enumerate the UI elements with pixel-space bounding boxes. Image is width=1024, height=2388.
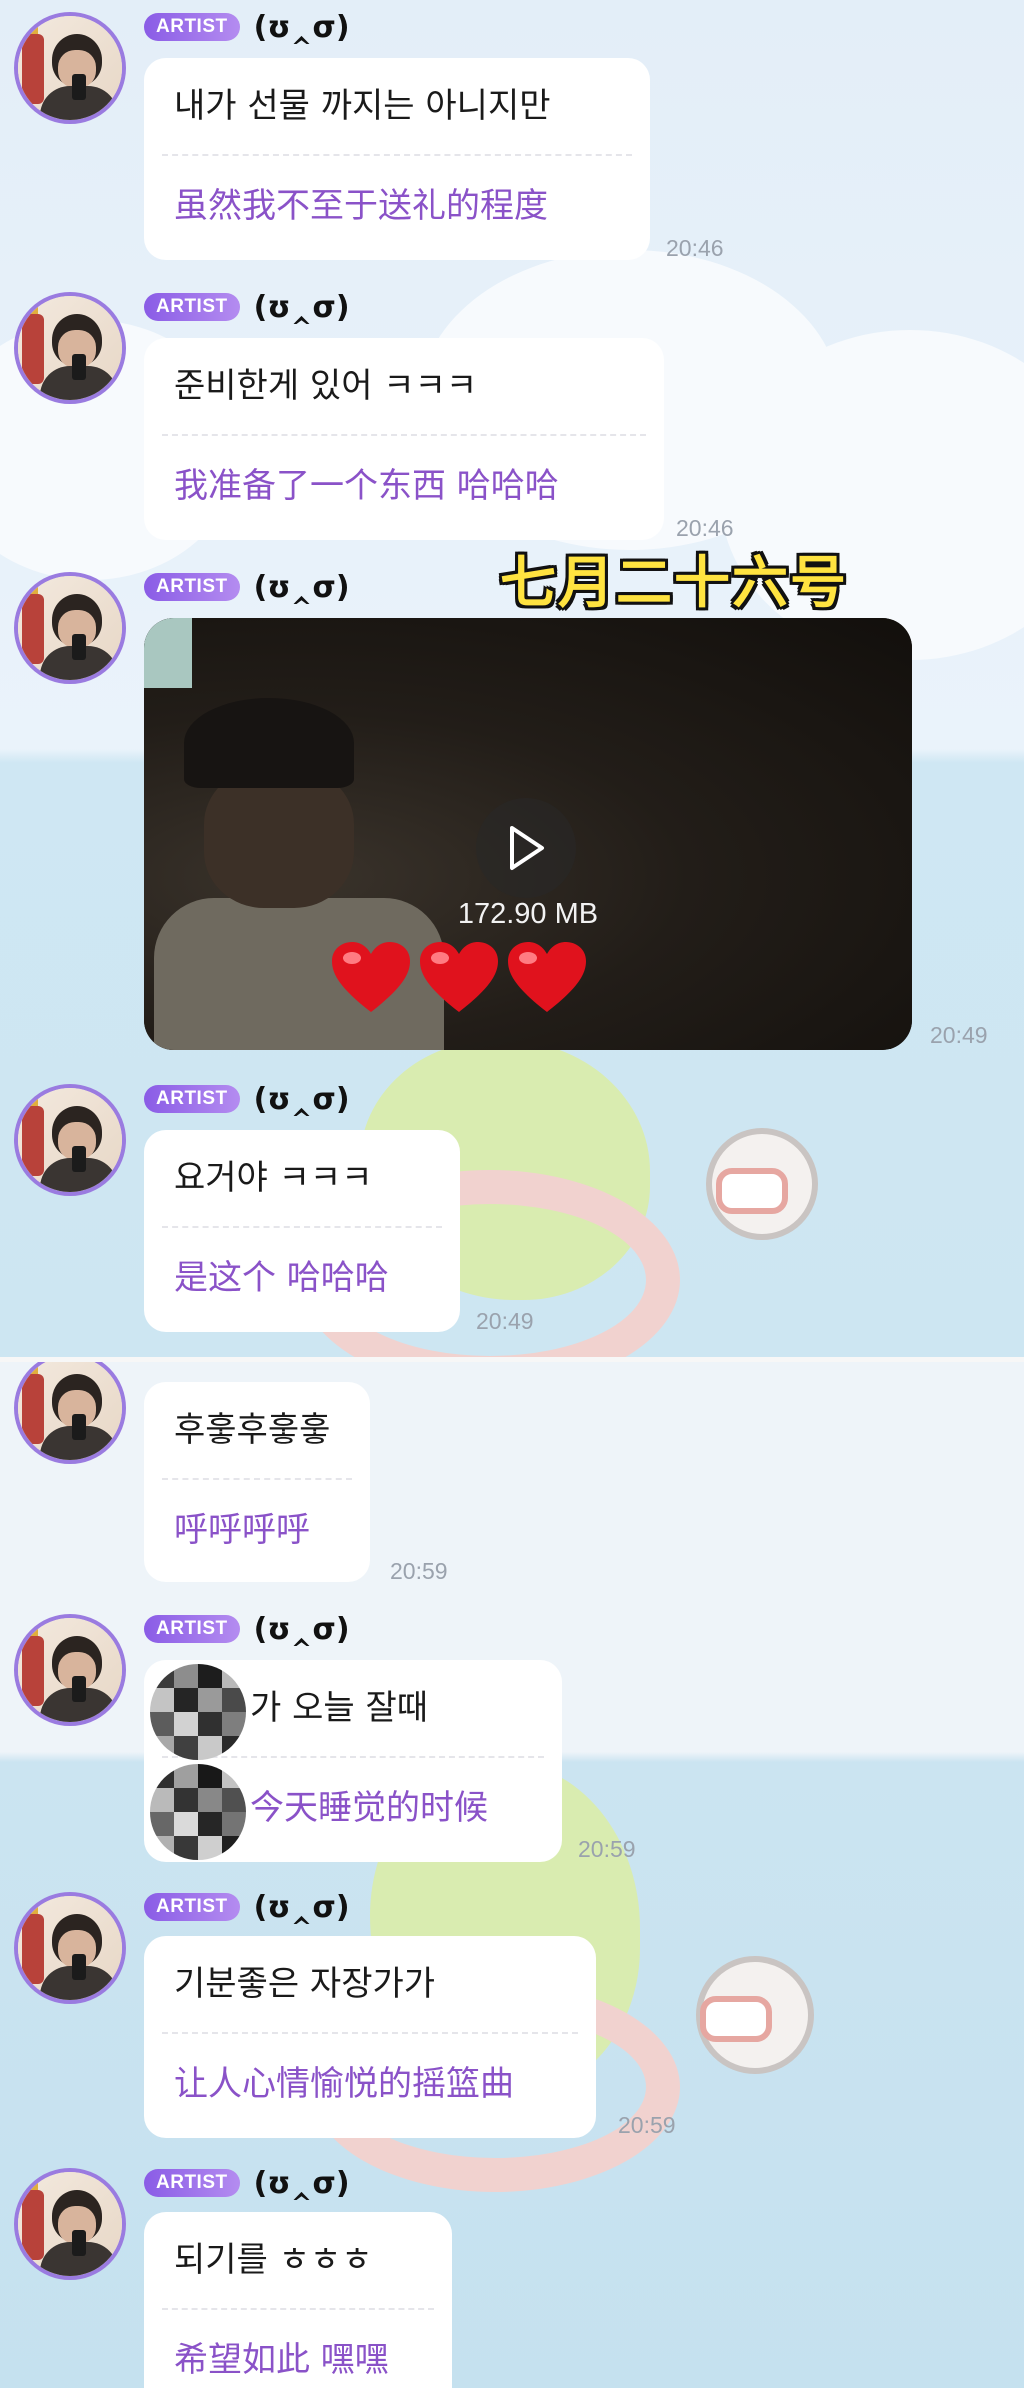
artist-badge: ARTIST	[144, 13, 240, 41]
sender-nickname: (ʊ‸σ)	[253, 1889, 350, 1925]
heart-icon	[420, 942, 498, 1012]
play-icon	[510, 826, 544, 870]
avatar[interactable]	[14, 12, 126, 124]
message-translation-text: 是这个 哈哈哈	[174, 1258, 389, 1298]
sender-name-row: ARTIST (ʊ‸σ)	[144, 1889, 350, 1925]
message-bubble[interactable]: 기분좋은 자장가가 让人心情愉悦的摇篮曲	[144, 1936, 596, 2138]
censored-name-mosaic	[150, 1764, 246, 1860]
sender-nickname: (ʊ‸σ)	[253, 1081, 350, 1117]
message-bubble[interactable]: 되기를 ㅎㅎㅎ 希望如此 嘿嘿	[144, 2212, 452, 2388]
message-translation-text: 让人心情愉悦的摇篮曲	[174, 2064, 514, 2104]
message-original-text: 되기를 ㅎㅎㅎ	[174, 2240, 373, 2280]
sender-nickname: (ʊ‸σ)	[253, 569, 350, 605]
avatar[interactable]	[14, 292, 126, 404]
message-timestamp: 20:59	[578, 1836, 636, 1862]
message-original-text: 내가 선물 까지는 아니지만	[174, 86, 551, 126]
message-timestamp: 20:49	[476, 1308, 534, 1334]
sender-name-row: ARTIST (ʊ‸σ)	[144, 289, 350, 325]
message-original-text: 후훟후훟훟	[174, 1410, 331, 1450]
heart-icon	[508, 942, 586, 1012]
date-overlay-caption: 七月二十六号	[500, 551, 848, 616]
heart-icon	[332, 942, 410, 1012]
sender-nickname: (ʊ‸σ)	[253, 1611, 350, 1647]
message-translation-text: 希望如此 嘿嘿	[174, 2340, 389, 2380]
artist-badge: ARTIST	[144, 573, 240, 601]
video-thumbnail-face	[204, 768, 354, 908]
hearts-sticker	[330, 940, 588, 1016]
play-button[interactable]	[476, 798, 576, 898]
message-bubble[interactable]: 후훟후훟훟 呼呼呼呼	[144, 1382, 370, 1582]
video-thumbnail-cap	[184, 698, 354, 788]
message-original-text: 기분좋은 자장가가	[174, 1964, 436, 2004]
message-bubble[interactable]: 요거야 ㅋㅋㅋ 是这个 哈哈哈	[144, 1130, 460, 1332]
message-timestamp: 20:46	[666, 235, 724, 261]
avatar[interactable]	[14, 1362, 126, 1464]
avatar[interactable]	[14, 572, 126, 684]
sender-nickname: (ʊ‸σ)	[253, 289, 350, 325]
message-translation-text: 呼呼呼呼	[174, 1510, 310, 1550]
message-translation-text: 我准备了一个东西 哈哈哈	[174, 466, 559, 506]
sender-nickname: (ʊ‸σ)	[253, 2165, 350, 2201]
artist-badge: ARTIST	[144, 293, 240, 321]
sender-name-row: ARTIST (ʊ‸σ)	[144, 1081, 350, 1117]
message-translation-text: 虽然我不至于送礼的程度	[174, 186, 548, 226]
artist-badge: ARTIST	[144, 1085, 240, 1113]
video-thumbnail-sign	[144, 618, 192, 688]
avatar[interactable]	[14, 1892, 126, 2004]
artist-badge: ARTIST	[144, 1893, 240, 1921]
sender-name-row: ARTIST (ʊ‸σ)	[144, 1611, 350, 1647]
avatar[interactable]	[14, 1614, 126, 1726]
sender-name-row: ARTIST (ʊ‸σ)	[144, 569, 350, 605]
message-bubble[interactable]: 준비한게 있어 ㅋㅋㅋ 我准备了一个东西 哈哈哈	[144, 338, 664, 540]
sender-nickname: (ʊ‸σ)	[253, 9, 350, 45]
message-bubble[interactable]: 내가 선물 까지는 아니지만 虽然我不至于送礼的程度	[144, 58, 650, 260]
goggles-illustration	[716, 1168, 788, 1214]
chat-panel-top: ARTIST (ʊ‸σ) 내가 선물 까지는 아니지만 虽然我不至于送礼的程度 …	[0, 0, 1024, 1362]
message-timestamp: 20:59	[618, 2112, 676, 2138]
message-original-text: 준비한게 있어 ㅋㅋㅋ	[174, 366, 478, 406]
artist-badge: ARTIST	[144, 1615, 240, 1643]
video-message[interactable]: 172.90 MB	[144, 618, 912, 1050]
chat-panel-bottom: 후훟후훟훟 呼呼呼呼 20:59 ARTIST (ʊ‸σ) 가 오늘 잘때 今天…	[0, 1362, 1024, 2388]
message-original-text: 요거야 ㅋㅋㅋ	[174, 1158, 373, 1198]
avatar[interactable]	[14, 2168, 126, 2280]
sender-name-row: ARTIST (ʊ‸σ)	[144, 2165, 350, 2201]
avatar[interactable]	[14, 1084, 126, 1196]
video-file-size: 172.90 MB	[457, 898, 599, 930]
goggles-illustration	[700, 1996, 772, 2042]
censored-name-mosaic	[150, 1664, 246, 1760]
artist-badge: ARTIST	[144, 2169, 240, 2197]
sender-name-row: ARTIST (ʊ‸σ)	[144, 9, 350, 45]
message-timestamp: 20:49	[930, 1022, 988, 1048]
message-timestamp: 20:59	[390, 1558, 448, 1584]
